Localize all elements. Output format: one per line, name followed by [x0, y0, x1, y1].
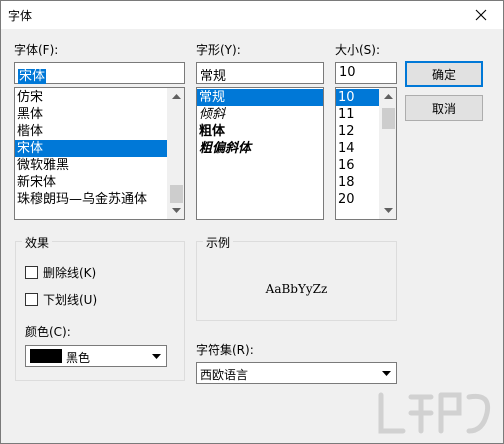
style-input[interactable]: 常规 [196, 62, 324, 84]
font-list-item[interactable]: 黑体 [15, 106, 184, 123]
font-list-scrollbar[interactable] [167, 88, 184, 219]
font-input[interactable]: 宋体 [14, 62, 185, 84]
font-list-item[interactable]: 仿宋 [15, 89, 184, 106]
size-input-text: 10 [339, 65, 356, 80]
style-list[interactable]: 常规 倾斜 粗体 粗偏斜体 [196, 87, 324, 220]
size-list-scroll-thumb[interactable] [382, 108, 395, 129]
close-button[interactable] [459, 1, 503, 29]
chevron-down-icon[interactable] [378, 364, 395, 382]
color-select[interactable]: 黑色 [25, 345, 167, 367]
size-list[interactable]: 10 11 12 14 16 18 20 [335, 87, 397, 220]
size-label: 大小(S): [335, 43, 381, 57]
sample-preview-text: AaBbYyZz [265, 282, 328, 296]
color-select-value: 黑色 [66, 351, 91, 365]
sample-group: 示例 AaBbYyZz [196, 234, 397, 321]
font-label: 字体(F): [14, 43, 59, 57]
effects-group: 效果 删除线(K) 下划线(U) 颜色(C): 黑色 [15, 234, 185, 381]
window-title: 字体 [8, 9, 33, 23]
underline-checkbox[interactable]: 下划线(U) [25, 291, 97, 308]
strikeout-checkbox[interactable]: 删除线(K) [25, 264, 96, 281]
script-label: 字符集(R): [196, 343, 254, 357]
checkbox-icon [25, 293, 38, 306]
scroll-down-icon[interactable] [168, 202, 184, 219]
color-swatch [30, 349, 62, 363]
style-list-item[interactable]: 粗体 [197, 123, 323, 140]
size-input[interactable]: 10 [335, 62, 397, 84]
font-list-scroll-thumb[interactable] [170, 185, 183, 203]
scroll-up-icon[interactable] [168, 88, 184, 105]
checkbox-icon [25, 266, 38, 279]
underline-label: 下划线(U) [43, 293, 98, 307]
script-select-value: 西欧语言 [200, 368, 249, 382]
script-select[interactable]: 西欧语言 [196, 362, 397, 384]
watermark-logo-icon [378, 392, 491, 434]
style-label: 字形(Y): [196, 43, 241, 57]
cancel-button[interactable]: 取消 [405, 95, 483, 121]
ok-button[interactable]: 确定 [405, 61, 483, 87]
size-list-scrollbar[interactable] [379, 88, 396, 219]
close-icon [475, 9, 487, 21]
font-dialog: 字体 字体(F): 宋体 仿宋 黑体 楷体 宋体 微软雅黑 新宋体 珠穆朗玛—乌金苏通体 字… [0, 0, 504, 444]
title-bar: 字体 [1, 1, 503, 29]
style-list-item[interactable]: 倾斜 [197, 106, 323, 123]
effects-group-title: 效果 [22, 234, 53, 251]
sample-group-title: 示例 [203, 234, 234, 251]
font-list-item[interactable]: 珠穆朗玛—乌金苏通体 [15, 191, 184, 208]
style-list-item[interactable]: 粗偏斜体 [197, 140, 323, 157]
font-list-item[interactable]: 新宋体 [15, 174, 184, 191]
font-list-item[interactable]: 宋体 [15, 140, 184, 157]
scroll-up-icon[interactable] [380, 88, 396, 105]
strikeout-label: 删除线(K) [43, 266, 97, 280]
chevron-down-icon[interactable] [148, 347, 165, 365]
scroll-down-icon[interactable] [380, 202, 396, 219]
font-list-item[interactable]: 楷体 [15, 123, 184, 140]
color-label: 颜色(C): [25, 325, 71, 339]
font-input-text: 宋体 [18, 69, 47, 84]
font-list[interactable]: 仿宋 黑体 楷体 宋体 微软雅黑 新宋体 珠穆朗玛—乌金苏通体 [14, 87, 185, 220]
font-list-item[interactable]: 微软雅黑 [15, 157, 184, 174]
style-list-item[interactable]: 常规 [197, 89, 323, 106]
style-input-text: 常规 [200, 69, 227, 84]
